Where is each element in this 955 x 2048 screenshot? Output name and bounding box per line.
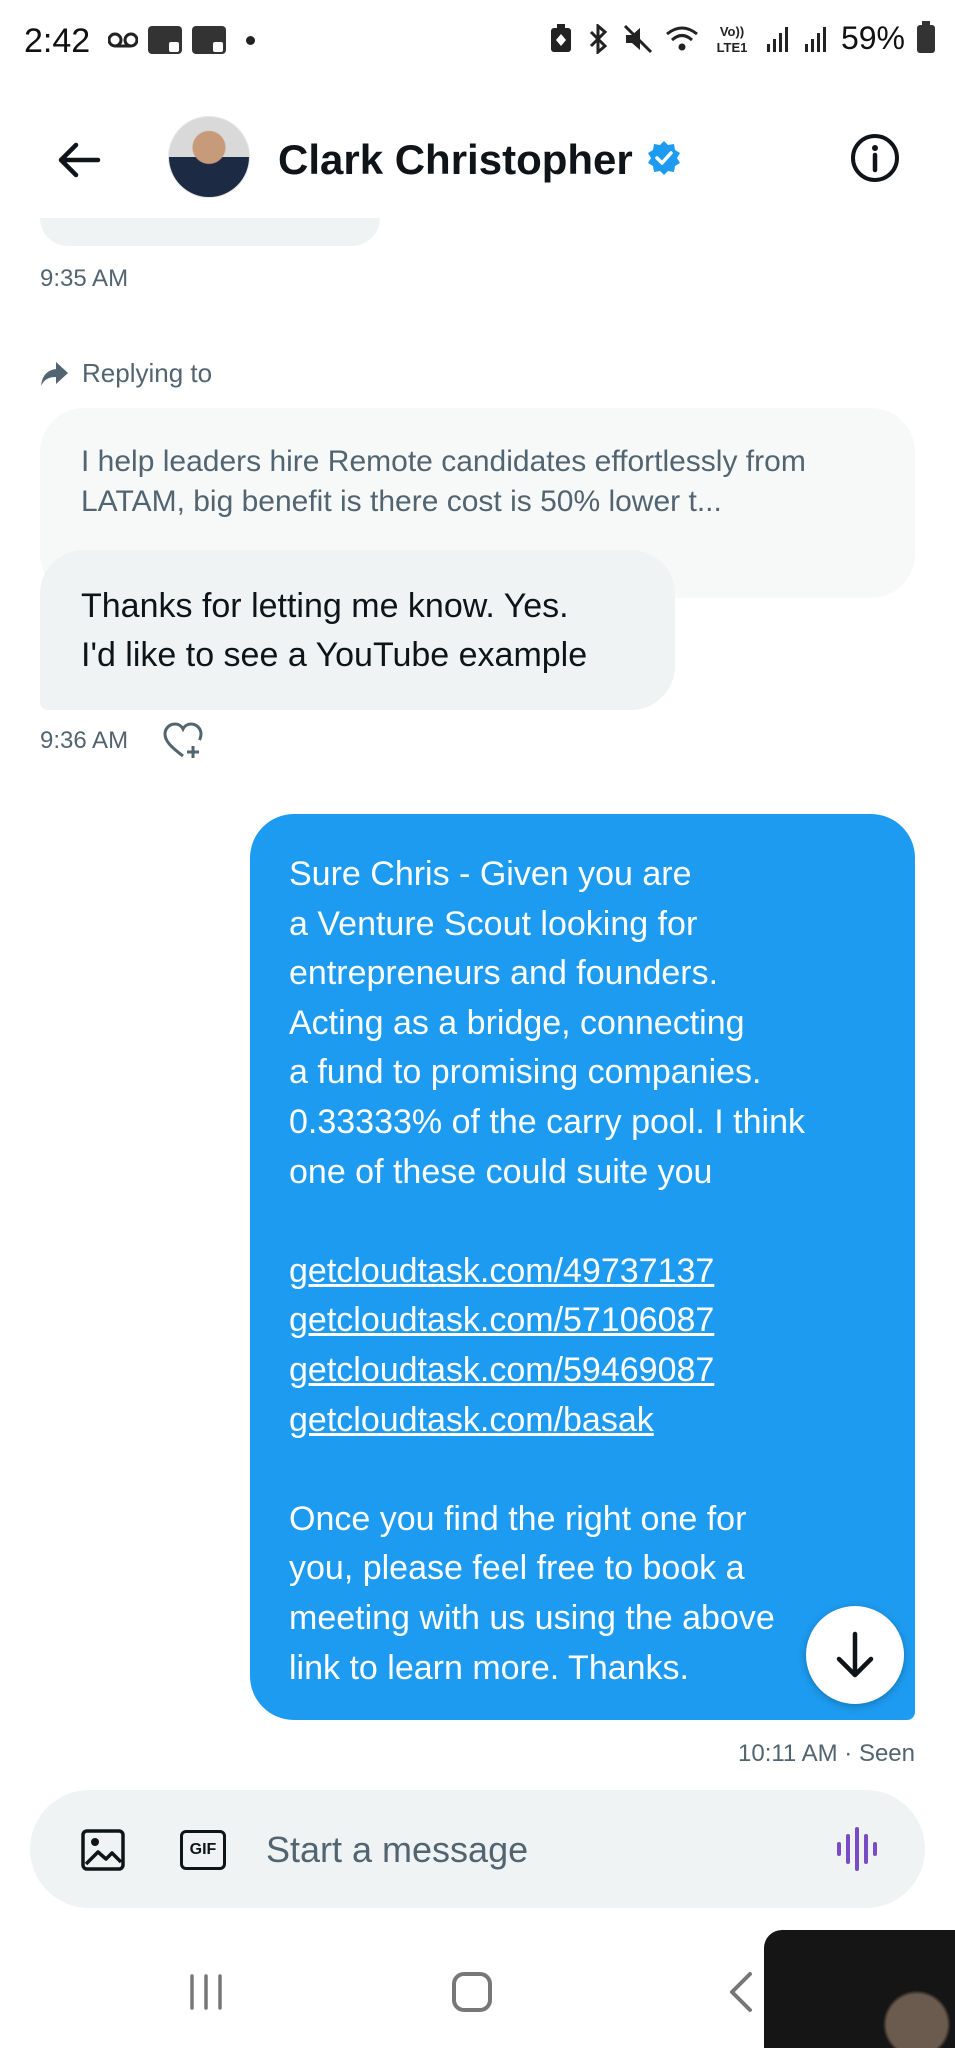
recent-apps-icon[interactable]	[186, 1972, 226, 2012]
message-link[interactable]: getcloudtask.com/basak	[289, 1396, 899, 1446]
quoted-message-text: I help leaders hire Remote candidates ef…	[81, 445, 806, 518]
message-timestamp: 9:35 AM	[40, 265, 129, 292]
message-composer: GIF	[30, 1790, 925, 1908]
battery-icon	[917, 20, 935, 53]
voicemail-icon	[108, 32, 138, 48]
signal-icon	[766, 26, 788, 52]
status-bar: 2:42 Vo)) LTE1 59%	[0, 0, 955, 84]
image-icon[interactable]	[80, 1828, 126, 1872]
outgoing-line: Sure Chris - Given you are	[289, 855, 692, 893]
outgoing-line: entrepreneurs and founders.	[289, 954, 719, 993]
signal-icon	[804, 26, 826, 52]
battery-percent: 59%	[840, 20, 905, 56]
bluetooth-icon	[589, 23, 608, 54]
gif-button[interactable]: GIF	[180, 1830, 226, 1870]
incoming-line: I'd like to see a YouTube example	[81, 636, 588, 674]
outgoing-message-bubble[interactable]: Sure Chris - Given you are a Venture Sco…	[250, 814, 915, 1720]
message-timestamp: 9:36 AM	[40, 727, 129, 754]
volte-icon: Vo)) LTE1	[717, 24, 748, 55]
outgoing-line: a fund to promising companies.	[289, 1053, 762, 1092]
contact-name[interactable]: Clark Christopher	[278, 136, 633, 184]
incoming-message-bubble[interactable]: Thanks for letting me know. Yes. I'd lik…	[40, 550, 675, 710]
message-status: 10:11 AM · Seen	[738, 1740, 915, 1767]
reply-arrow-icon	[41, 361, 68, 386]
sim1-icon	[148, 26, 182, 54]
replying-to-text: Replying to	[82, 358, 213, 388]
scroll-to-bottom-button[interactable]	[806, 1606, 904, 1704]
replying-to-label: Replying to	[40, 358, 212, 389]
message-input[interactable]	[264, 1816, 828, 1884]
message-link[interactable]: getcloudtask.com/49737137	[289, 1247, 899, 1297]
avatar[interactable]	[168, 116, 250, 198]
outgoing-line: Acting as a bridge, connecting	[289, 1003, 745, 1042]
nav-back-icon[interactable]	[726, 1970, 756, 2014]
outgoing-line: one of these could suite you	[289, 1152, 713, 1191]
wifi-icon	[666, 26, 698, 50]
outgoing-message-text: Sure Chris - Given you are a Venture Sco…	[289, 850, 899, 1693]
outgoing-line: a Venture Scout looking for	[289, 904, 698, 943]
add-reaction-heart-icon[interactable]	[162, 722, 204, 760]
previous-message-bubble	[40, 218, 380, 246]
status-right-icons: Vo)) LTE1 59%	[549, 20, 935, 57]
notification-dot-icon	[246, 35, 255, 45]
verified-badge-icon	[648, 141, 680, 175]
message-link[interactable]: getcloudtask.com/57106087	[289, 1296, 899, 1346]
arrow-down-icon	[836, 1631, 874, 1678]
conversation-header: Clark Christopher	[0, 96, 955, 222]
outgoing-line: meeting with us using the above	[289, 1598, 775, 1637]
outgoing-line: you, please feel free to book a	[289, 1549, 745, 1588]
home-icon[interactable]	[452, 1972, 492, 2012]
svg-text:LTE1: LTE1	[717, 40, 748, 55]
voice-message-icon[interactable]	[834, 1826, 880, 1872]
incoming-message-text: Thanks for letting me know. Yes. I'd lik…	[81, 582, 587, 680]
status-time: 2:42	[24, 22, 91, 60]
outgoing-line: Once you find the right one for	[289, 1499, 747, 1538]
svg-text:Vo)): Vo))	[720, 24, 744, 39]
sim2-icon	[192, 26, 226, 54]
message-link[interactable]: getcloudtask.com/59469087	[289, 1346, 899, 1396]
status-left-icons	[108, 26, 255, 54]
incoming-line: Thanks for letting me know. Yes.	[81, 587, 569, 625]
battery-saver-icon	[550, 23, 571, 52]
back-arrow-icon[interactable]	[52, 132, 108, 188]
mute-icon	[623, 24, 653, 53]
outgoing-line: 0.33333% of the carry pool. I think	[289, 1102, 805, 1141]
info-icon[interactable]	[847, 130, 903, 186]
picture-in-picture-video[interactable]	[764, 1930, 955, 2048]
